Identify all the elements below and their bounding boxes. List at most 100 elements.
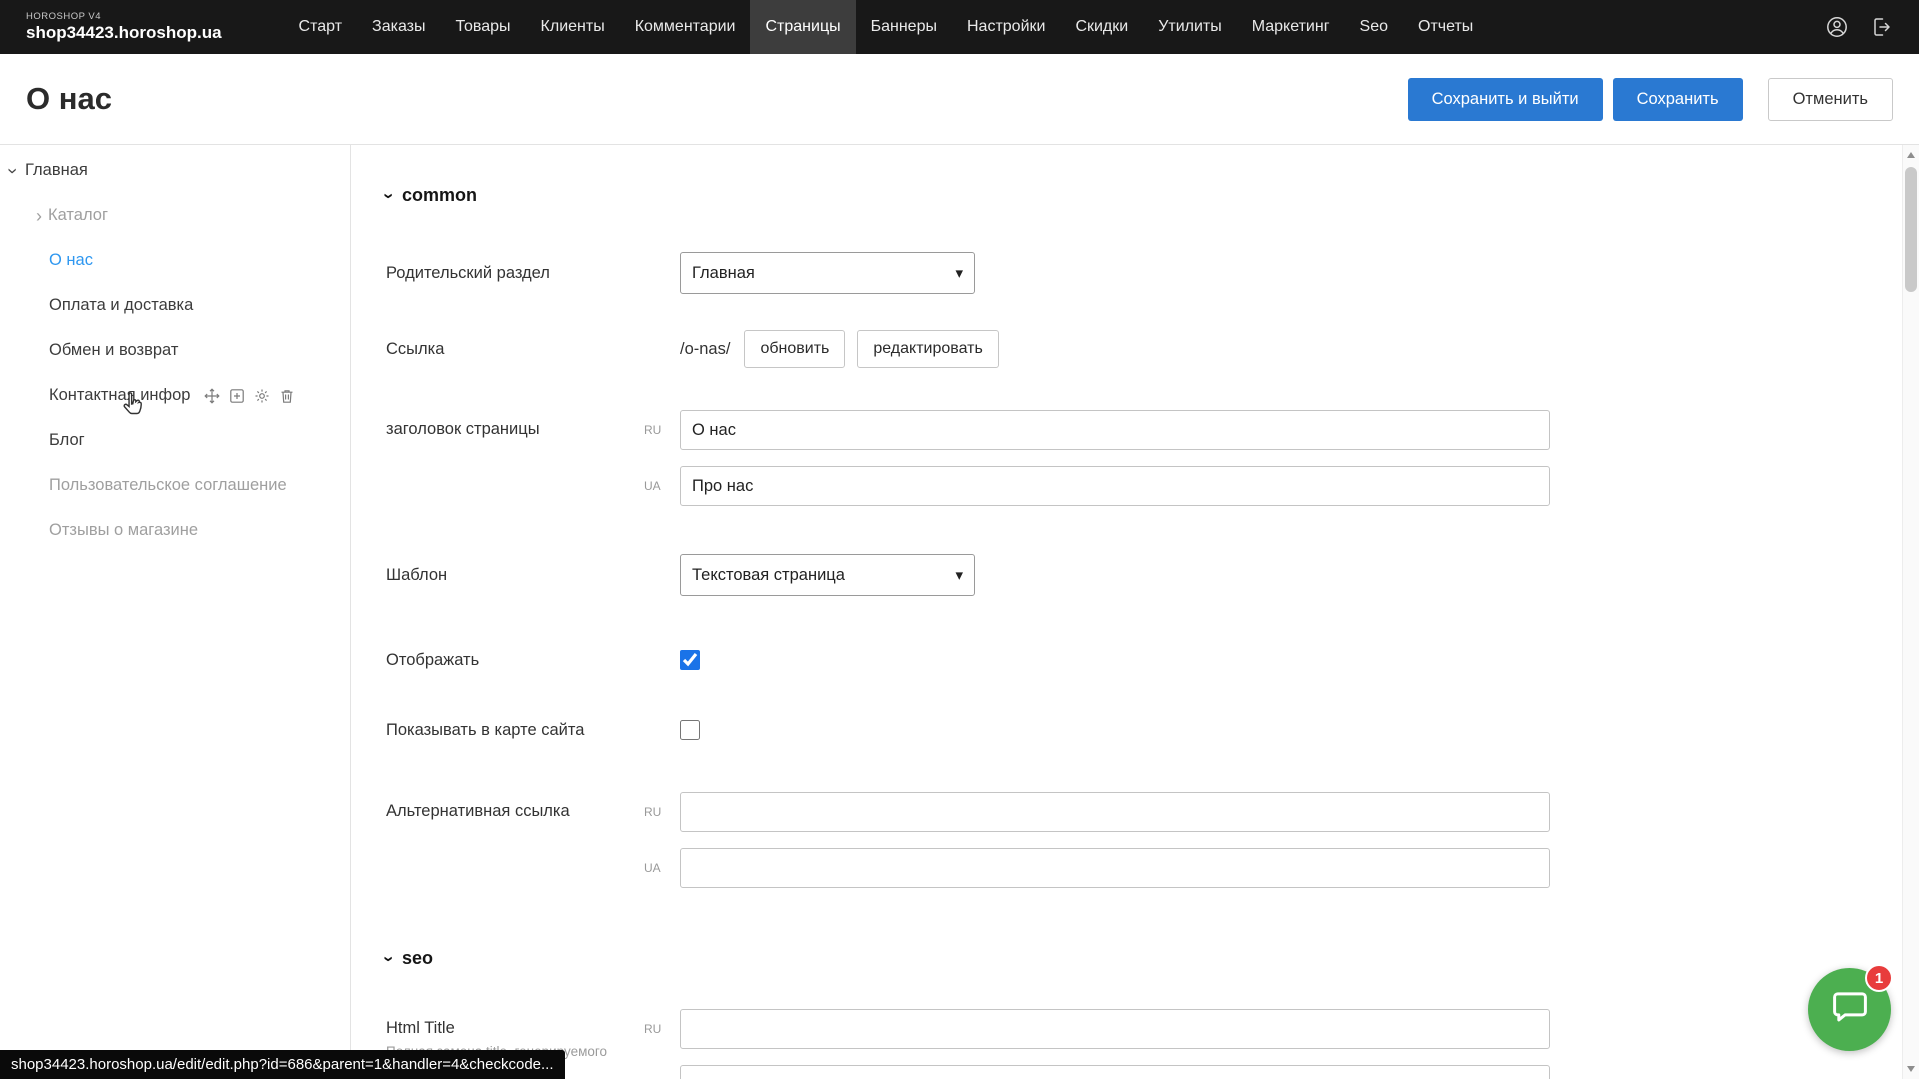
gear-icon[interactable]: [254, 388, 270, 404]
section-title: seo: [402, 948, 433, 969]
save-button[interactable]: Сохранить: [1613, 78, 1743, 121]
cancel-button[interactable]: Отменить: [1768, 78, 1893, 121]
field-label: Показывать в карте сайта: [386, 721, 644, 740]
lang-ua-label: UA: [644, 479, 680, 493]
nav-pages[interactable]: Страницы: [750, 0, 855, 54]
sidebar-item-label: Пользовательское соглашение: [49, 476, 287, 495]
scrollbar-thumb[interactable]: [1905, 167, 1917, 292]
nav-products[interactable]: Товары: [441, 0, 526, 54]
refresh-link-button[interactable]: обновить: [744, 330, 845, 368]
lang-ua-label: UA: [644, 861, 680, 875]
vertical-scrollbar[interactable]: [1902, 145, 1919, 1079]
edit-link-button[interactable]: редактировать: [857, 330, 998, 368]
sidebar-item-obmen-i-vozvrat[interactable]: Обмен и возврат: [0, 328, 350, 373]
section-seo[interactable]: › seo: [386, 948, 1919, 969]
add-page-icon[interactable]: [229, 388, 245, 404]
account-icon[interactable]: [1825, 15, 1849, 39]
pages-tree-sidebar: › Главная › Каталог О нас Оплата и доста…: [0, 145, 351, 1079]
nav-comments[interactable]: Комментарии: [620, 0, 751, 54]
html-title-ru-input[interactable]: [680, 1009, 1550, 1049]
form-row-template: Шаблон Текстовая страница: [386, 554, 1919, 596]
header-buttons: Сохранить и выйти Сохранить Отменить: [1408, 78, 1893, 121]
form-row-link: Ссылка /o-nas/ обновить редактировать: [386, 330, 1919, 368]
nav-start[interactable]: Старт: [284, 0, 357, 54]
form-row-alt-link: Альтернативная ссылка RU UA: [386, 792, 1919, 888]
alt-link-ru-input[interactable]: [680, 792, 1550, 832]
topbar-actions: [1825, 0, 1893, 54]
sidebar-item-kontaktnaya-informatsiya[interactable]: Контактная инфор: [0, 373, 350, 418]
nav-discounts[interactable]: Скидки: [1060, 0, 1143, 54]
save-and-exit-button[interactable]: Сохранить и выйти: [1408, 78, 1603, 121]
top-nav: Старт Заказы Товары Клиенты Комментарии …: [284, 0, 1825, 54]
section-title: common: [402, 185, 477, 206]
template-select[interactable]: Текстовая страница: [680, 554, 975, 596]
sidebar-item-label: Главная: [25, 161, 88, 180]
nav-marketing[interactable]: Маркетинг: [1237, 0, 1345, 54]
chevron-right-icon: ›: [36, 207, 42, 225]
form-row-parent-section: Родительский раздел Главная: [386, 252, 1919, 294]
chevron-down-icon: ›: [380, 193, 398, 199]
sitemap-checkbox[interactable]: [680, 720, 700, 740]
brand-logo[interactable]: HOROSHOP V4 shop34423.horoshop.ua: [26, 0, 222, 54]
nav-orders[interactable]: Заказы: [357, 0, 440, 54]
tree-item-actions: [204, 388, 295, 404]
sidebar-item-o-nas[interactable]: О нас: [0, 238, 350, 283]
nav-reports[interactable]: Отчеты: [1403, 0, 1488, 54]
sidebar-item-otzyvy-o-magazine[interactable]: Отзывы о магазине: [0, 508, 350, 553]
nav-utilities[interactable]: Утилиты: [1143, 0, 1237, 54]
sidebar-item-label: Каталог: [48, 206, 108, 225]
sidebar-item-oplata-i-dostavka[interactable]: Оплата и доставка: [0, 283, 350, 328]
form-row-sitemap: Показывать в карте сайта: [386, 720, 1919, 740]
brand-version: HOROSHOP V4: [26, 12, 222, 23]
form-row-html-title: Html Title Полная замена title, генериру…: [386, 1009, 1919, 1079]
chevron-down-icon: ›: [380, 956, 398, 962]
page-edit-form: › common Родительский раздел Главная Ссы…: [351, 145, 1919, 1079]
sidebar-item-label: Отзывы о магазине: [49, 521, 198, 540]
field-label: Шаблон: [386, 566, 644, 585]
chat-unread-badge: 1: [1865, 964, 1893, 992]
content-area: › Главная › Каталог О нас Оплата и доста…: [0, 144, 1919, 1079]
parent-section-select-wrap: Главная: [680, 252, 975, 294]
link-status-bar: shop34423.horoshop.ua/edit/edit.php?id=6…: [0, 1050, 565, 1079]
chat-widget-button[interactable]: 1: [1808, 968, 1891, 1051]
field-label: Отображать: [386, 651, 644, 670]
lang-ru-label: RU: [644, 423, 680, 437]
sidebar-item-label: Обмен и возврат: [49, 341, 178, 360]
field-label: Родительский раздел: [386, 264, 644, 283]
field-label: Ссылка: [386, 340, 644, 359]
brand-domain: shop34423.horoshop.ua: [26, 23, 222, 43]
html-title-ua-input[interactable]: [680, 1065, 1550, 1079]
nav-settings[interactable]: Настройки: [952, 0, 1060, 54]
nav-clients[interactable]: Клиенты: [526, 0, 620, 54]
link-path-value: /o-nas/: [680, 340, 730, 359]
section-common[interactable]: › common: [386, 185, 1919, 206]
scroll-down-arrow-icon[interactable]: [1907, 1066, 1915, 1072]
page-title-ua-input[interactable]: [680, 466, 1550, 506]
sidebar-item-katalog[interactable]: › Каталог: [0, 193, 350, 238]
logout-icon[interactable]: [1869, 15, 1893, 39]
sidebar-item-label: Блог: [49, 431, 85, 450]
template-select-wrap: Текстовая страница: [680, 554, 975, 596]
sidebar-item-label: О нас: [49, 251, 93, 270]
parent-section-select[interactable]: Главная: [680, 252, 975, 294]
sidebar-item-glavnaya[interactable]: › Главная: [0, 148, 350, 193]
sidebar-item-label: Контактная инфор: [49, 386, 190, 405]
nav-seo[interactable]: Seo: [1345, 0, 1403, 54]
sidebar-item-polzovatelskoe-soglashenie[interactable]: Пользовательское соглашение: [0, 463, 350, 508]
sidebar-item-label: Оплата и доставка: [49, 296, 193, 315]
field-label: заголовок страницы: [386, 410, 644, 439]
scroll-up-arrow-icon[interactable]: [1907, 152, 1915, 158]
nav-banners[interactable]: Баннеры: [856, 0, 952, 54]
lang-ru-label: RU: [644, 1022, 680, 1036]
alt-link-ua-input[interactable]: [680, 848, 1550, 888]
form-row-display: Отображать: [386, 650, 1919, 670]
sidebar-item-blog[interactable]: Блог: [0, 418, 350, 463]
chat-bubble-icon: [1829, 986, 1871, 1033]
lang-ru-label: RU: [644, 805, 680, 819]
page-header: О нас Сохранить и выйти Сохранить Отмени…: [0, 54, 1919, 144]
trash-icon[interactable]: [279, 388, 295, 404]
drag-move-icon[interactable]: [204, 388, 220, 404]
page-title: О нас: [26, 81, 112, 117]
display-checkbox[interactable]: [680, 650, 700, 670]
page-title-ru-input[interactable]: [680, 410, 1550, 450]
